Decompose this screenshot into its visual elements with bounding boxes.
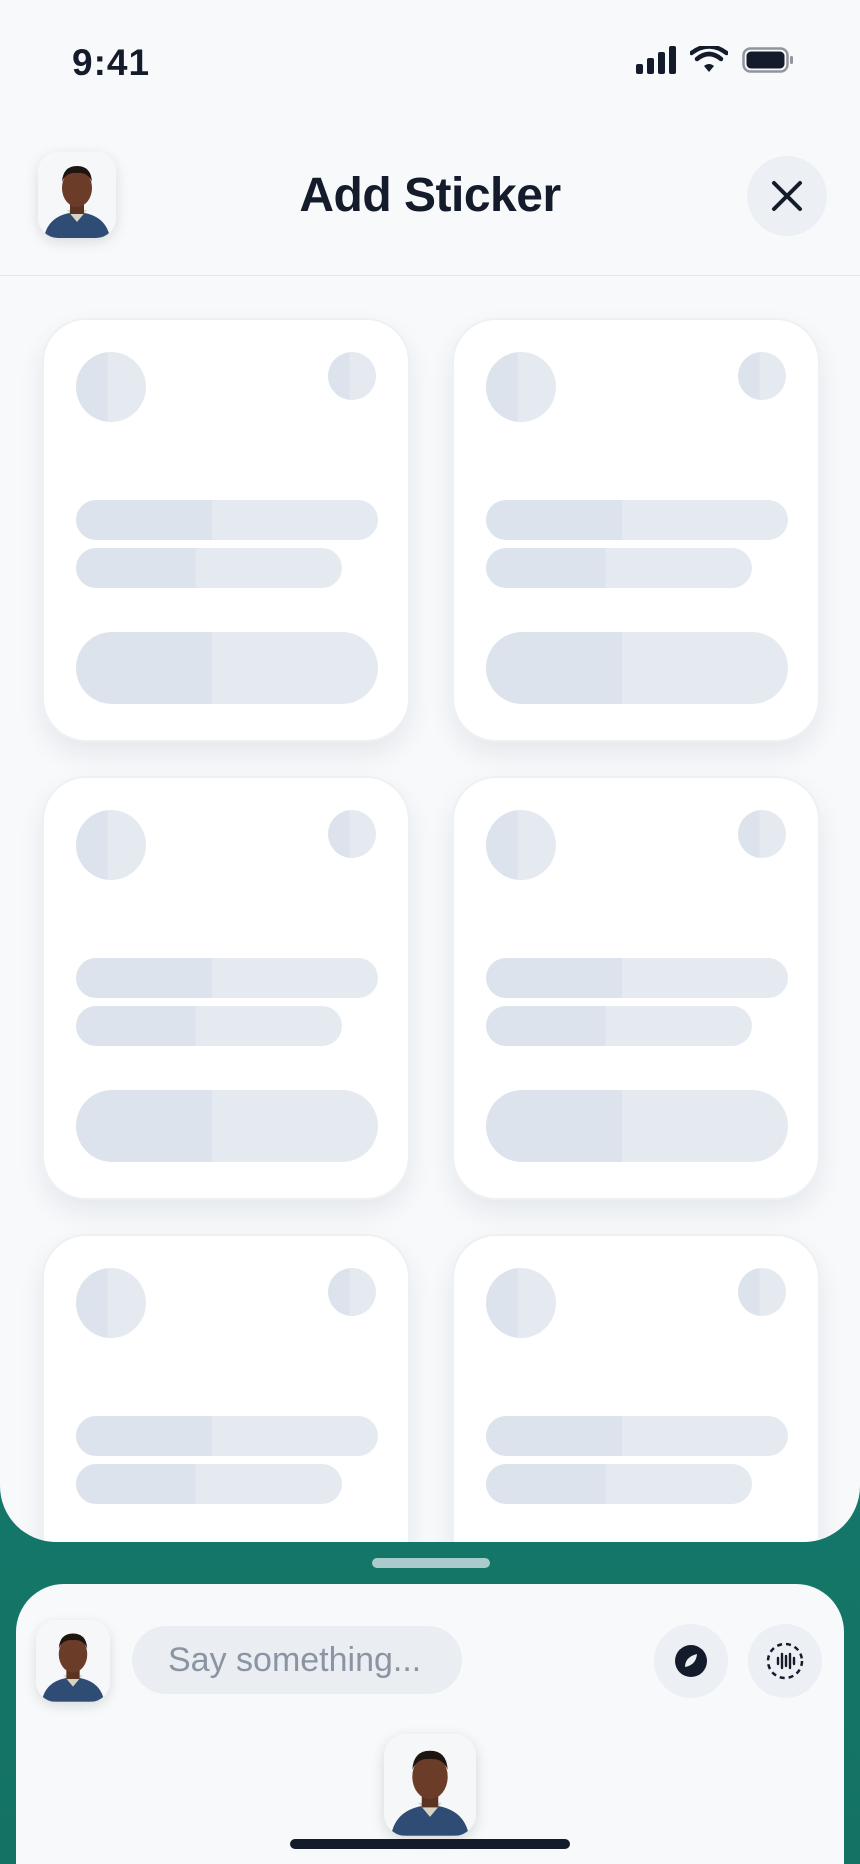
skeleton-subtitle <box>486 1006 752 1046</box>
status-icons <box>636 46 794 74</box>
sticker-button[interactable] <box>654 1624 728 1698</box>
skeleton-subtitle <box>76 1464 342 1504</box>
wifi-icon <box>690 46 728 72</box>
close-icon <box>772 181 802 211</box>
skeleton-badge <box>328 352 376 400</box>
status-time: 9:41 <box>72 42 151 83</box>
avatar-portrait <box>36 1620 110 1702</box>
voice-button[interactable] <box>748 1624 822 1698</box>
battery-icon <box>742 47 793 73</box>
skeleton-icon <box>76 352 146 422</box>
skeleton-subtitle <box>76 1006 342 1046</box>
sticker-sheet: 9:41 Add Sticker <box>0 0 860 1542</box>
close-button[interactable] <box>747 156 827 236</box>
skeleton-subtitle <box>486 548 752 588</box>
sticker-card-placeholder[interactable] <box>452 1234 820 1542</box>
skeleton-title <box>486 1416 788 1456</box>
skeleton-icon <box>486 1268 556 1338</box>
message-input[interactable] <box>132 1626 462 1694</box>
skeleton-subtitle <box>76 548 342 588</box>
status-bar: 9:41 <box>0 0 860 120</box>
skeleton-badge <box>328 1268 376 1316</box>
voice-icon <box>766 1642 804 1680</box>
signal-icon <box>636 46 676 74</box>
sticker-card-placeholder[interactable] <box>42 1234 410 1542</box>
avatar-portrait <box>384 1734 476 1836</box>
sticker-card-placeholder[interactable] <box>452 776 820 1200</box>
skeleton-title <box>486 958 788 998</box>
skeleton-badge <box>738 352 786 400</box>
skeleton-button <box>486 632 788 704</box>
page-title: Add Sticker <box>299 169 561 222</box>
skeleton-icon <box>76 810 146 880</box>
sticker-card-placeholder[interactable] <box>42 776 410 1200</box>
skeleton-icon <box>486 352 556 422</box>
skeleton-title <box>486 500 788 540</box>
skeleton-icon <box>486 810 556 880</box>
home-indicator <box>290 1839 570 1849</box>
skeleton-button <box>76 1090 378 1162</box>
skeleton-subtitle <box>486 1464 752 1504</box>
skeleton-title <box>76 1416 378 1456</box>
composer-avatar[interactable] <box>36 1620 110 1702</box>
skeleton-icon <box>76 1268 146 1338</box>
skeleton-badge <box>328 810 376 858</box>
center-avatar[interactable] <box>384 1734 476 1836</box>
sticker-card-placeholder[interactable] <box>42 318 410 742</box>
skeleton-button <box>76 632 378 704</box>
sticker-icon <box>675 1645 707 1677</box>
skeleton-badge <box>738 1268 786 1316</box>
sticker-card-placeholder[interactable] <box>452 318 820 742</box>
skeleton-title <box>76 500 378 540</box>
skeleton-button <box>486 1090 788 1162</box>
composer-sheet <box>16 1584 844 1864</box>
header: Add Sticker <box>0 140 860 276</box>
sheet-drag-handle[interactable] <box>372 1558 490 1568</box>
skeleton-title <box>76 958 378 998</box>
skeleton-badge <box>738 810 786 858</box>
